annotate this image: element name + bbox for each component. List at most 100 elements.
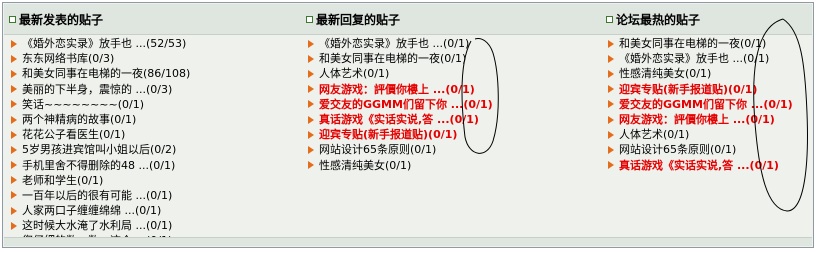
post-link[interactable]: 和美女同事在电梯的一夜(86/108) [22, 66, 190, 81]
list-item[interactable]: 真话游戏《实话实说,答 ...(0/1) [308, 112, 493, 127]
list-item[interactable]: 手机里舍不得删除的48 ...(0/1) [11, 158, 190, 173]
orange-triangle-bullet-icon [608, 145, 614, 154]
orange-triangle-bullet-icon [608, 85, 614, 94]
column-title: 最新回复的贴子 [306, 11, 400, 28]
post-link[interactable]: 网站设计65条原则(0/1) [319, 142, 436, 157]
orange-triangle-bullet-icon [11, 100, 17, 109]
column-title-text: 最新发表的贴子 [19, 13, 104, 27]
list-item[interactable]: 网友游戏：評價你樓上 ...(0/1) [308, 82, 493, 97]
list-item[interactable]: 笑话~~~~~~~~(0/1) [11, 97, 190, 112]
post-link[interactable]: 老师和学生(0/1) [22, 173, 103, 188]
column-latest-replies: 最新回复的贴子 《婚外恋实录》放手也 ...(0/1) 和美女同事在电梯的一夜(0… [301, 3, 601, 247]
post-link[interactable]: 性感清纯美女(0/1) [619, 66, 711, 81]
list-item[interactable]: 迎宾专贴(新手报道贴)(0/1) [308, 127, 493, 142]
post-link[interactable]: 手机里舍不得删除的48 ...(0/1) [22, 158, 175, 173]
post-link[interactable]: 网友游戏：評價你樓上 ...(0/1) [319, 82, 475, 97]
orange-triangle-bullet-icon [11, 69, 17, 78]
list-item[interactable]: 网站设计65条原则(0/1) [608, 142, 793, 157]
post-list: 和美女同事在电梯的一夜(0/1) 《婚外恋实录》放手也 ...(0/1) 性感清纯美… [608, 36, 793, 173]
orange-triangle-bullet-icon [308, 85, 314, 94]
list-item[interactable]: 和美女同事在电梯的一夜(0/1) [608, 36, 793, 51]
list-item[interactable]: 性感清纯美女(0/1) [308, 158, 493, 173]
post-link[interactable]: 东东网络书库(0/3) [22, 51, 114, 66]
list-item[interactable]: 网友游戏：評價你樓上 ...(0/1) [608, 112, 793, 127]
orange-triangle-bullet-icon [608, 54, 614, 63]
post-link[interactable]: 《婚外恋实录》放手也 ...(0/1) [619, 51, 769, 66]
post-link[interactable]: 人体艺术(0/1) [319, 66, 389, 81]
post-link[interactable]: 花花公子看医生(0/1) [22, 127, 125, 142]
orange-triangle-bullet-icon [608, 100, 614, 109]
list-item[interactable]: 两个神精病的故事(0/1) [11, 112, 190, 127]
list-item[interactable]: 老师和学生(0/1) [11, 173, 190, 188]
list-item[interactable]: 这时候大水淹了水利局 ...(0/1) [11, 218, 190, 233]
list-item[interactable]: 《婚外恋实录》放手也 ...(0/1) [608, 51, 793, 66]
list-item[interactable]: 爱交友的GGMM们留下你 ...(0/1) [308, 97, 493, 112]
list-item[interactable]: 《婚外恋实录》放手也 ...(52/53) [11, 36, 190, 51]
post-link[interactable]: 真话游戏《实话实说,答 ...(0/1) [619, 158, 779, 173]
orange-triangle-bullet-icon [11, 145, 17, 154]
post-link[interactable]: 和美女同事在电梯的一夜(0/1) [319, 51, 466, 66]
orange-triangle-bullet-icon [608, 69, 614, 78]
list-item[interactable]: 性感清纯美女(0/1) [608, 66, 793, 81]
post-link[interactable]: 两个神精病的故事(0/1) [22, 112, 136, 127]
list-item[interactable]: 人体艺术(0/1) [308, 66, 493, 81]
list-item[interactable]: 《婚外恋实录》放手也 ...(0/1) [308, 36, 493, 51]
list-item[interactable]: 人体艺术(0/1) [608, 127, 793, 142]
post-link[interactable]: 《婚外恋实录》放手也 ...(0/1) [319, 36, 469, 51]
forum-posts-panel: 最新发表的贴子 《婚外恋实录》放手也 ...(52/53) 东东网络书库(0/3)… [2, 2, 814, 248]
post-link[interactable]: 和美女同事在电梯的一夜(0/1) [619, 36, 766, 51]
column-title-text: 论坛最热的贴子 [616, 13, 701, 27]
list-item[interactable]: 花花公子看医生(0/1) [11, 127, 190, 142]
orange-triangle-bullet-icon [308, 145, 314, 154]
list-item[interactable]: 东东网络书库(0/3) [11, 51, 190, 66]
orange-triangle-bullet-icon [308, 100, 314, 109]
list-item[interactable]: 迎宾专贴(新手报道贴)(0/1) [608, 82, 793, 97]
column-title-text: 最新回复的贴子 [316, 13, 401, 27]
post-link[interactable]: 迎宾专贴(新手报道贴)(0/1) [319, 127, 457, 142]
orange-triangle-bullet-icon [308, 161, 314, 170]
orange-triangle-bullet-icon [608, 39, 614, 48]
green-square-icon [306, 16, 313, 23]
column-title: 最新发表的贴子 [9, 11, 103, 28]
list-item[interactable]: 爱交友的GGMM们留下你 ...(0/1) [608, 97, 793, 112]
orange-triangle-bullet-icon [11, 130, 17, 139]
orange-triangle-bullet-icon [11, 191, 17, 200]
column-title: 论坛最热的贴子 [606, 11, 700, 28]
orange-triangle-bullet-icon [11, 39, 17, 48]
post-link[interactable]: 迎宾专贴(新手报道贴)(0/1) [619, 82, 757, 97]
list-item[interactable]: 人家两口子缠缠绵绵 ...(0/1) [11, 203, 190, 218]
post-link[interactable]: 《婚外恋实录》放手也 ...(52/53) [22, 36, 186, 51]
post-link[interactable]: 这时候大水淹了水利局 ...(0/1) [22, 218, 172, 233]
orange-triangle-bullet-icon [308, 54, 314, 63]
post-link[interactable]: 爱交友的GGMM们留下你 ...(0/1) [319, 97, 493, 112]
post-list: 《婚外恋实录》放手也 ...(0/1) 和美女同事在电梯的一夜(0/1) 人体艺术(… [308, 36, 493, 173]
green-square-icon [9, 16, 16, 23]
list-item[interactable]: 网站设计65条原则(0/1) [308, 142, 493, 157]
post-link[interactable]: 爱交友的GGMM们留下你 ...(0/1) [619, 97, 793, 112]
post-list: 《婚外恋实录》放手也 ...(52/53) 东东网络书库(0/3) 和美女同事在电梯… [11, 36, 190, 249]
list-item[interactable]: 真话游戏《实话实说,答 ...(0/1) [608, 158, 793, 173]
post-link[interactable]: 笑话~~~~~~~~(0/1) [22, 97, 144, 112]
post-link[interactable]: 网站设计65条原则(0/1) [619, 142, 736, 157]
post-link[interactable]: 人体艺术(0/1) [619, 127, 689, 142]
orange-triangle-bullet-icon [11, 85, 17, 94]
column-hottest-posts: 论坛最热的贴子 和美女同事在电梯的一夜(0/1) 《婚外恋实录》放手也 ...(0… [601, 3, 814, 247]
column-latest-posts: 最新发表的贴子 《婚外恋实录》放手也 ...(52/53) 东东网络书库(0/3)… [4, 3, 300, 247]
post-link[interactable]: 真话游戏《实话实说,答 ...(0/1) [319, 112, 479, 127]
post-link[interactable]: 人家两口子缠缠绵绵 ...(0/1) [22, 203, 161, 218]
list-item[interactable]: 一百年以后的很有可能 ...(0/1) [11, 188, 190, 203]
orange-triangle-bullet-icon [608, 161, 614, 170]
list-item[interactable]: 和美女同事在电梯的一夜(86/108) [11, 66, 190, 81]
list-item[interactable]: 和美女同事在电梯的一夜(0/1) [308, 51, 493, 66]
green-square-icon [606, 16, 613, 23]
orange-triangle-bullet-icon [11, 206, 17, 215]
list-item[interactable]: 5岁男孩进宾馆叫小姐以后(0/2) [11, 142, 190, 157]
post-link[interactable]: 美丽的下半身，震惊的 ...(0/3) [22, 82, 172, 97]
post-link[interactable]: 5岁男孩进宾馆叫小姐以后(0/2) [22, 142, 176, 157]
list-item[interactable]: 美丽的下半身，震惊的 ...(0/3) [11, 82, 190, 97]
post-link[interactable]: 性感清纯美女(0/1) [319, 158, 411, 173]
orange-triangle-bullet-icon [11, 161, 17, 170]
post-link[interactable]: 一百年以后的很有可能 ...(0/1) [22, 188, 172, 203]
orange-triangle-bullet-icon [308, 130, 314, 139]
post-link[interactable]: 网友游戏：評價你樓上 ...(0/1) [619, 112, 775, 127]
